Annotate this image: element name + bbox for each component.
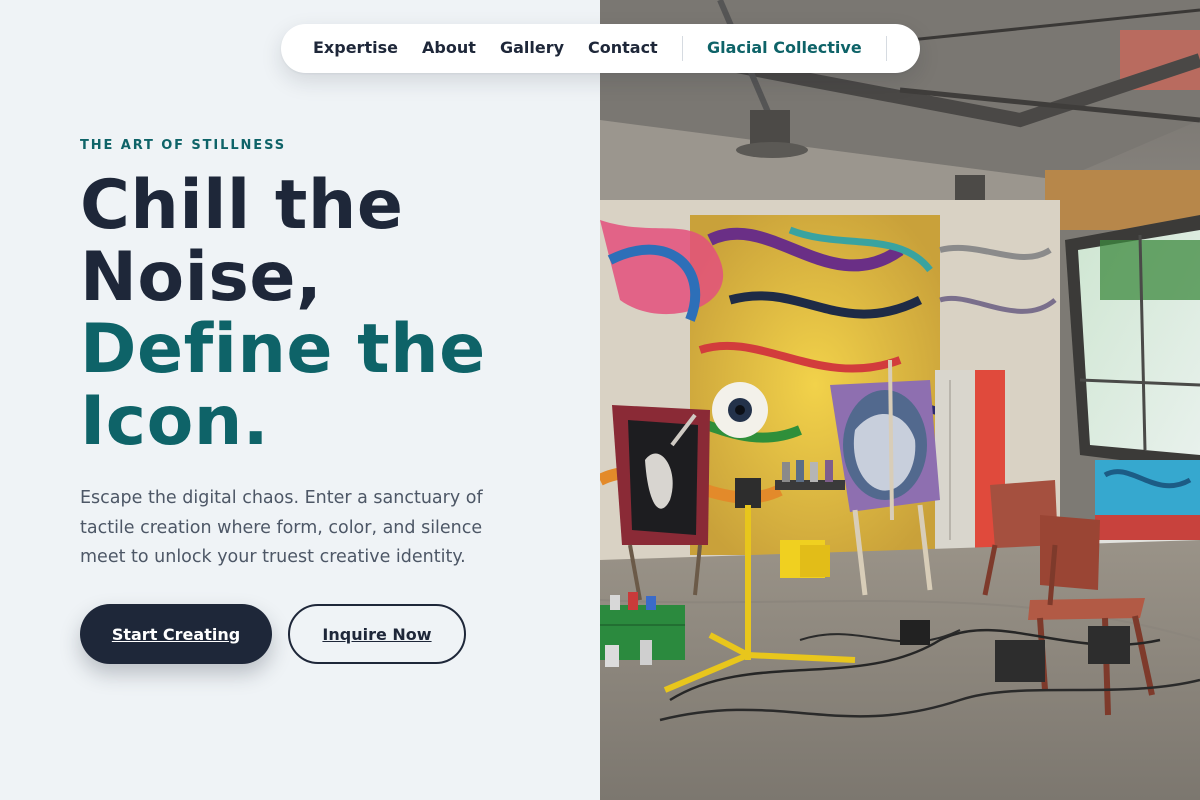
headline-line: Chill the (80, 166, 404, 245)
top-nav: Expertise About Gallery Contact Glacial … (281, 24, 920, 73)
headline-line: Noise, (80, 238, 323, 317)
hero-headline: Chill the Noise, Define the Icon. (80, 170, 580, 458)
nav-link-about[interactable]: About (422, 38, 476, 58)
hero-studio-image (600, 0, 1200, 800)
brand-link[interactable]: Glacial Collective (707, 38, 862, 58)
headline-accent-line: Icon. (80, 382, 270, 461)
nav-divider (682, 36, 683, 61)
nav-link-contact[interactable]: Contact (588, 38, 658, 58)
nav-divider (886, 36, 887, 61)
headline-accent-line: Define the (80, 310, 486, 389)
inquire-now-button[interactable]: Inquire Now (288, 604, 466, 664)
hero-eyebrow: THE ART OF STILLNESS (80, 138, 287, 153)
hero-description: Escape the digital chaos. Enter a sanctu… (80, 488, 483, 567)
start-creating-button[interactable]: Start Creating (80, 604, 272, 664)
nav-link-gallery[interactable]: Gallery (500, 38, 564, 58)
nav-link-expertise[interactable]: Expertise (313, 38, 398, 58)
